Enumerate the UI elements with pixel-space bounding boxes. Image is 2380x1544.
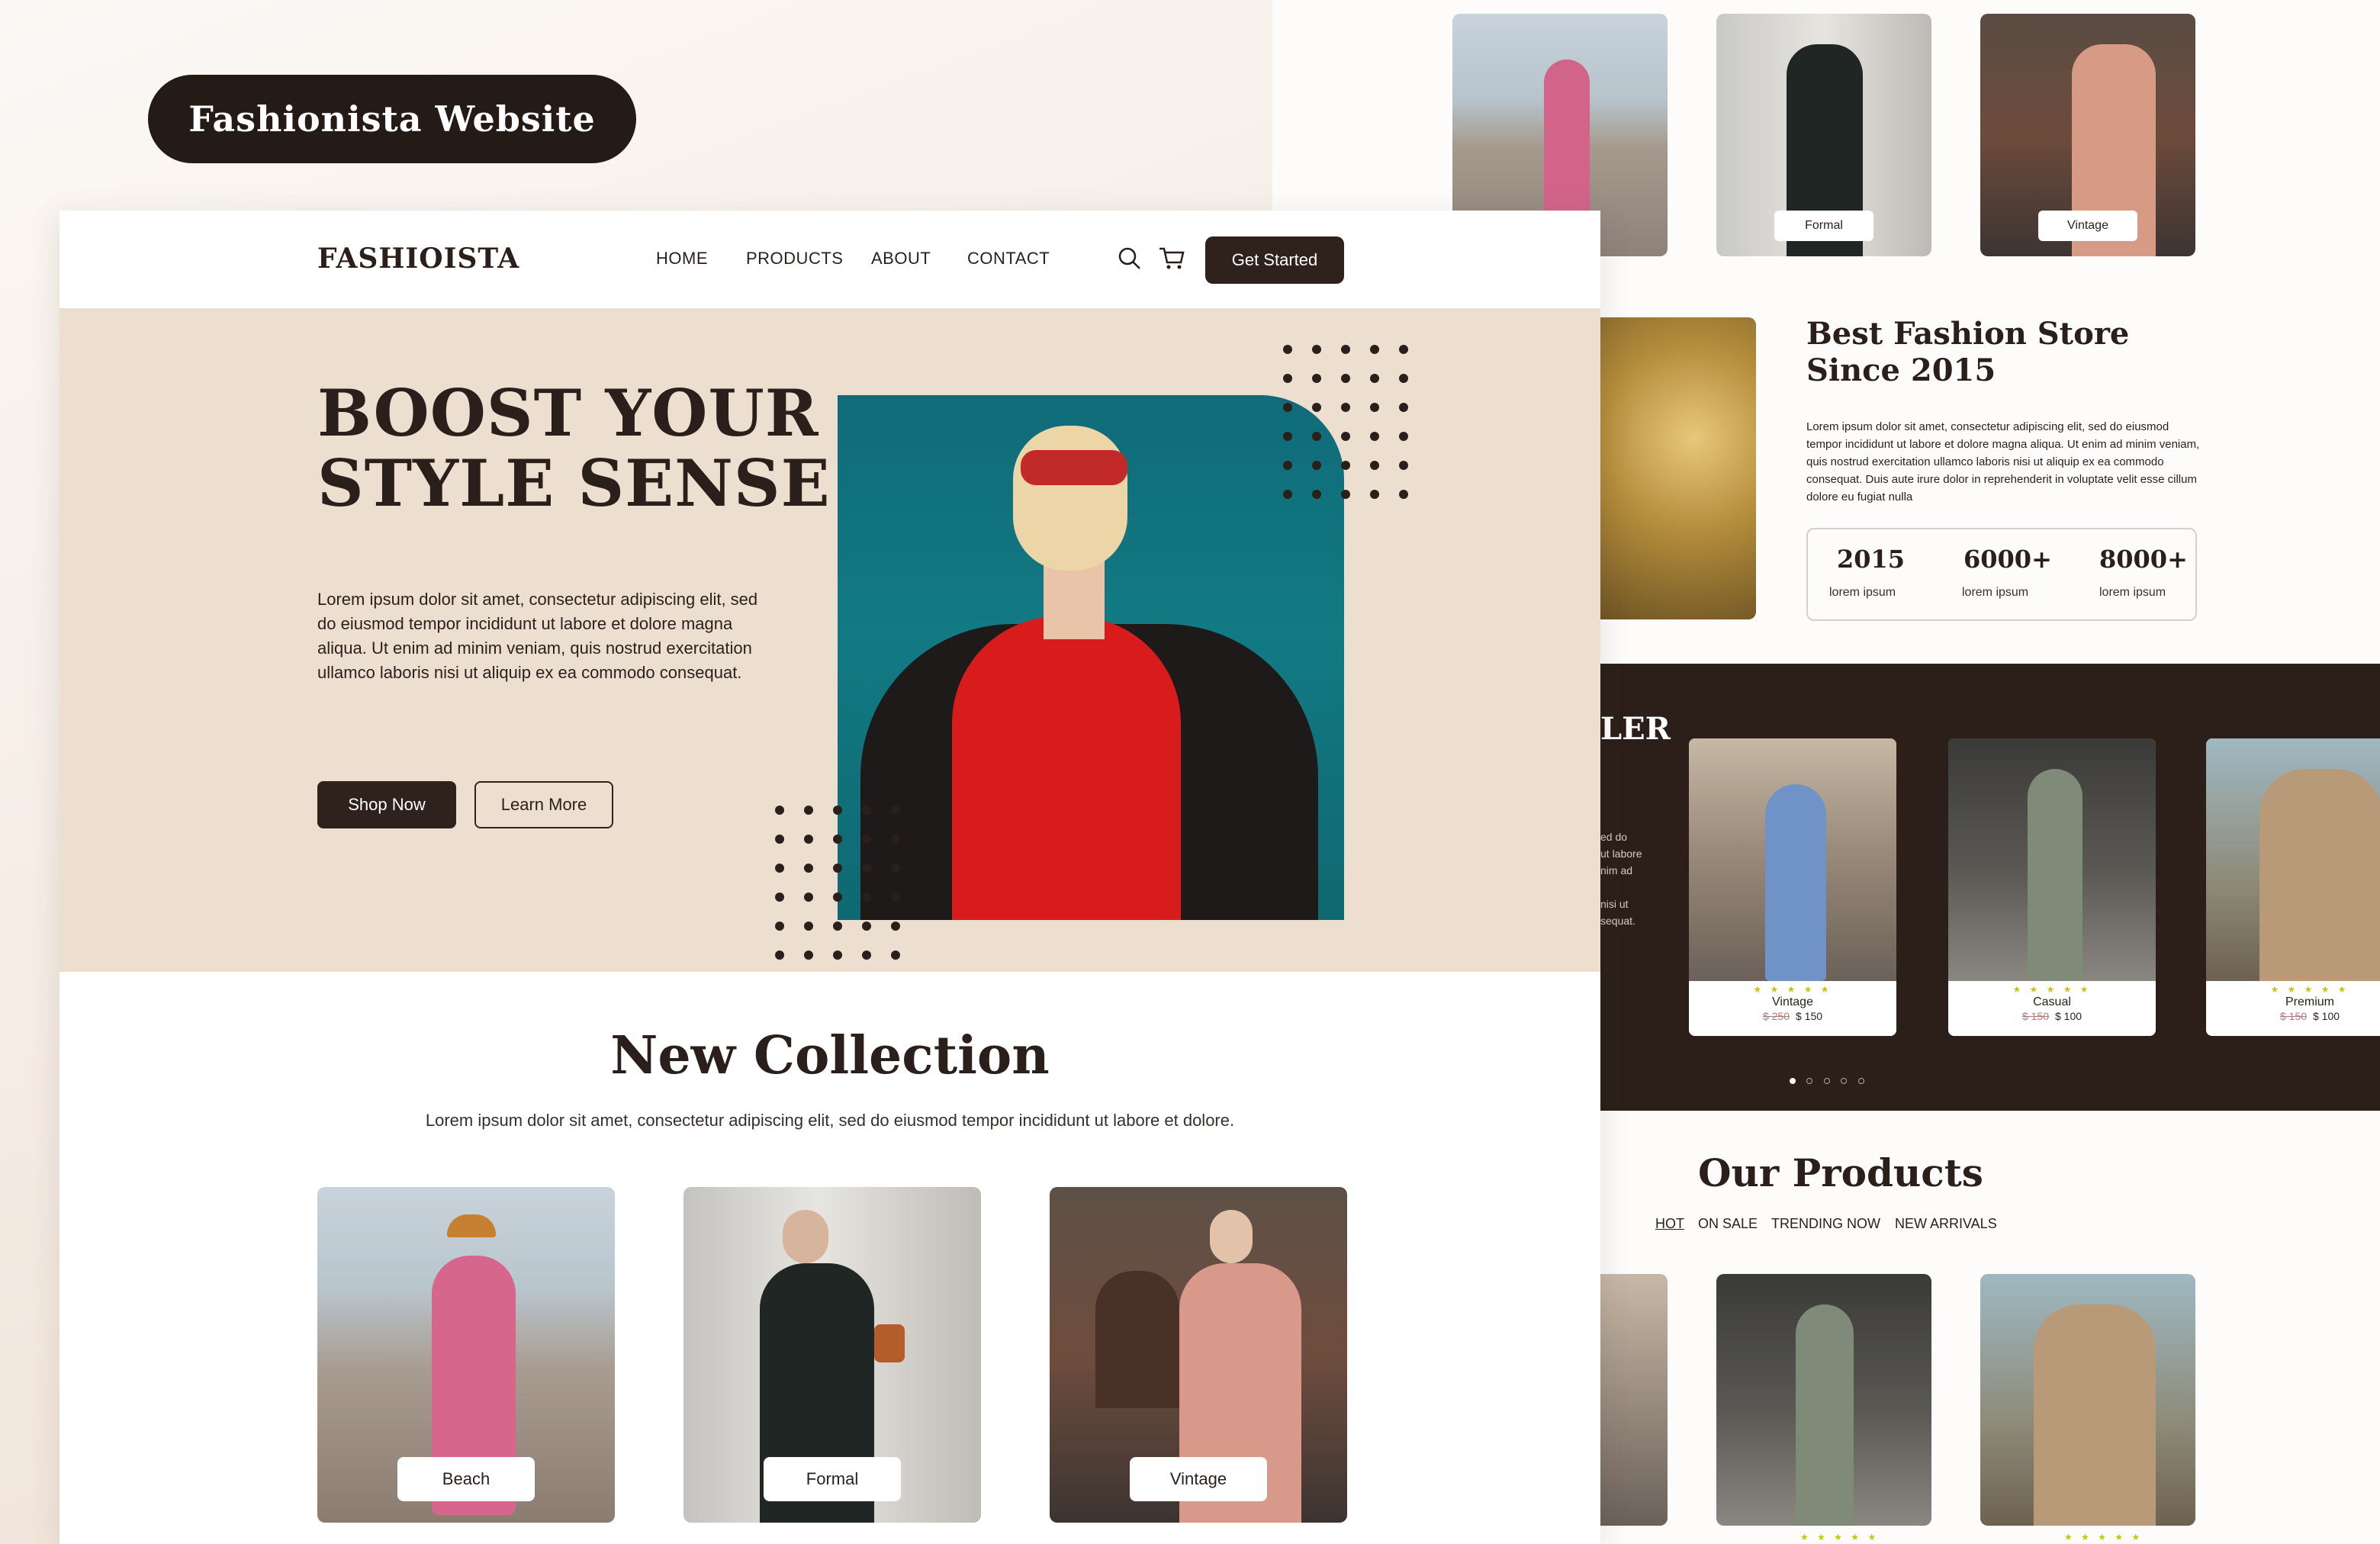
- hero-body: Lorem ipsum dolor sit amet, consectetur …: [317, 590, 758, 682]
- current-price: $ 150: [1796, 1010, 1823, 1022]
- current-price: $ 100: [2055, 1010, 2082, 1022]
- old-price: $ 150: [2021, 1010, 2049, 1022]
- rating-stars: ★ ★ ★ ★ ★: [1753, 984, 1832, 995]
- stats-box: 2015 lorem ipsum 6000+ lorem ipsum 8000+…: [1806, 528, 2197, 621]
- product-price: $ 150 $ 100: [1948, 1010, 2156, 1022]
- hero-image: [838, 395, 1344, 920]
- stat-number: 2015: [1837, 545, 1906, 574]
- about-image: [1600, 317, 1756, 619]
- get-started-button[interactable]: Get Started: [1205, 236, 1344, 284]
- learn-more-button[interactable]: Learn More: [474, 781, 613, 828]
- about-title: Best Fashion Store Since 2015: [1806, 316, 2130, 388]
- product-image[interactable]: [1600, 1274, 1668, 1526]
- tab-new-arrivals[interactable]: NEW ARRIVALS: [1895, 1216, 1997, 1232]
- bestseller-section: LER ed do ut labore nim ad nisi ut sequa…: [1600, 664, 2380, 1111]
- top-card-vintage-label: Vintage: [2038, 211, 2137, 241]
- product-name: Premium: [2285, 996, 2334, 1008]
- current-price: $ 100: [2313, 1010, 2340, 1022]
- tab-hot[interactable]: HOT: [1655, 1216, 1684, 1232]
- collection-card-vintage[interactable]: Vintage: [1050, 1187, 1347, 1523]
- dot-pattern-bottom: [775, 806, 900, 960]
- carousel-dots[interactable]: [1790, 1074, 1864, 1088]
- rating-stars: ★ ★ ★ ★ ★: [2064, 1532, 2144, 1542]
- collection-title: New Collection: [610, 1025, 1050, 1086]
- stat-label: lorem ipsum: [2099, 586, 2166, 599]
- card-label: Beach: [397, 1457, 535, 1501]
- top-card-formal-image[interactable]: Formal: [1716, 14, 1931, 256]
- product-price: $ 250 $ 150: [1689, 1010, 1896, 1022]
- product-image[interactable]: [1980, 1274, 2195, 1526]
- stat-number: 8000+: [2099, 545, 2188, 574]
- dot-pattern-top: [1283, 345, 1408, 499]
- hero-title-line: BOOST YOUR: [317, 375, 819, 451]
- old-price: $ 250: [1762, 1010, 1790, 1022]
- product-image[interactable]: [1716, 1274, 1931, 1526]
- main-mockup: FASHIOISTA HOME PRODUCTS ABOUT CONTACT G…: [60, 211, 1600, 1544]
- product-price: $ 150 $ 100: [2206, 1010, 2380, 1022]
- search-icon[interactable]: [1117, 246, 1143, 275]
- tab-trending-now[interactable]: TRENDING NOW: [1771, 1216, 1880, 1232]
- tab-on-sale[interactable]: ON SALE: [1698, 1216, 1758, 1232]
- top-card-vintage-image[interactable]: Vintage: [1980, 14, 2195, 256]
- stat-label: lorem ipsum: [1962, 586, 2029, 599]
- old-price: $ 150: [2279, 1010, 2307, 1022]
- hero-section: BOOST YOUR STYLE SENSE Lorem ipsum dolor…: [60, 308, 1600, 972]
- title-badge: Fashionista Website: [148, 75, 636, 163]
- nav-contact[interactable]: CONTACT: [967, 249, 1050, 269]
- product-card[interactable]: ★ ★ ★ ★ ★ Casual $ 150 $ 100: [1948, 738, 2156, 1036]
- nav-about[interactable]: ABOUT: [871, 249, 931, 269]
- navbar: FASHIOISTA HOME PRODUCTS ABOUT CONTACT G…: [60, 211, 1600, 308]
- rating-stars: ★ ★ ★ ★ ★: [2270, 984, 2349, 995]
- nav-home[interactable]: HOME: [656, 249, 708, 269]
- nav-products[interactable]: PRODUCTS: [746, 249, 843, 269]
- card-label: Formal: [764, 1457, 901, 1501]
- products-title: Our Products: [1698, 1150, 1983, 1195]
- collection-card-formal[interactable]: Formal: [683, 1187, 981, 1523]
- rating-stars: ★ ★ ★ ★ ★: [2012, 984, 2092, 995]
- hero-title: BOOST YOUR STYLE SENSE: [317, 378, 831, 519]
- top-card-formal-label: Formal: [1774, 211, 1873, 241]
- product-name: Casual: [2033, 996, 2071, 1008]
- product-card[interactable]: ★ ★ ★ ★ ★ Premium $ 150 $ 100: [2206, 738, 2380, 1036]
- collection-subtitle: Lorem ipsum dolor sit amet, consectetur …: [425, 1111, 1235, 1130]
- collection-card-beach[interactable]: Beach: [317, 1187, 615, 1523]
- bestseller-title: LER: [1600, 711, 1671, 747]
- rating-stars: ★ ★ ★ ★ ★: [1800, 1532, 1880, 1542]
- cart-icon[interactable]: [1158, 246, 1185, 275]
- product-name: Vintage: [1772, 996, 1813, 1008]
- hero-title-line: STYLE SENSE: [317, 446, 831, 521]
- bestseller-body: ed do ut labore nim ad nisi ut sequat.: [1600, 831, 1642, 927]
- stat-number: 6000+: [1963, 545, 2052, 574]
- product-card[interactable]: ★ ★ ★ ★ ★ Vintage $ 250 $ 150: [1689, 738, 1896, 1036]
- shop-now-button[interactable]: Shop Now: [317, 781, 456, 828]
- card-label: Vintage: [1130, 1457, 1267, 1501]
- logo[interactable]: FASHIOISTA: [317, 243, 519, 275]
- stat-label: lorem ipsum: [1829, 586, 1896, 599]
- about-body: Lorem ipsum dolor sit amet, consectetur …: [1806, 420, 2200, 503]
